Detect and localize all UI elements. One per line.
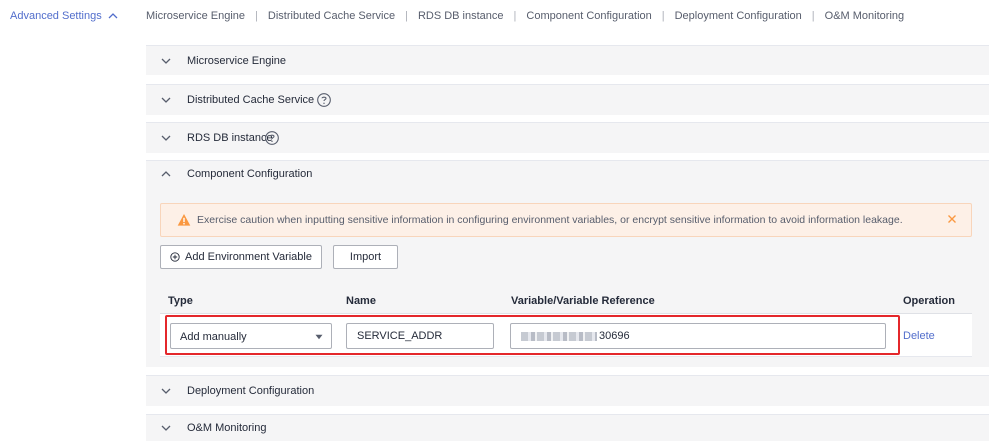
anchor-link-microservice-engine[interactable]: Microservice Engine [146,10,245,22]
table-header: Type Name Variable/Variable Reference Op… [160,287,972,314]
type-select[interactable]: Add manually [170,323,332,349]
plus-circle-icon [170,252,180,262]
anchor-separator: | [513,10,517,22]
chevron-down-icon [161,58,171,64]
panel-microservice-engine[interactable]: Microservice Engine [146,45,989,75]
chevron-up-icon [108,13,118,19]
row-divider [160,356,972,357]
panel-component-configuration[interactable]: Component Configuration [146,160,989,186]
panel-title: RDS DB instance [187,132,273,144]
anchor-separator: | [255,10,258,22]
top-anchor-nav: Advanced Settings Microservice Engine | … [0,0,989,30]
column-header-type: Type [168,295,193,307]
variable-reference-value: 30696 [599,330,630,342]
masked-address [521,331,597,341]
anchor-separator: | [811,10,815,22]
panel-rds-db-instance[interactable]: RDS DB instance [146,122,989,153]
advanced-settings-toggle[interactable]: Advanced Settings [10,10,118,22]
question-circle-icon[interactable] [264,130,280,146]
anchor-link-distributed-cache[interactable]: Distributed Cache Service [268,10,395,22]
name-input[interactable]: SERVICE_ADDR [346,323,494,349]
import-label: Import [349,251,382,263]
delete-link[interactable]: Delete [903,330,935,342]
anchor-link-rds[interactable]: RDS DB instance [418,10,504,22]
panel-title: Distributed Cache Service [187,94,315,106]
panel-title: O&M Monitoring [187,422,267,434]
chevron-down-icon [161,425,171,431]
sensitive-info-alert: Exercise caution when inputting sensitiv… [160,203,972,237]
column-header-variable-reference: Variable/Variable Reference [511,295,655,307]
name-input-value: SERVICE_ADDR [357,330,443,342]
type-select-value: Add manually [180,331,247,343]
anchor-separator: | [405,10,408,22]
panel-title: Deployment Configuration [187,385,315,397]
chevron-down-icon [161,135,171,141]
anchor-links: Microservice Engine | Distributed Cache … [146,10,904,22]
caret-down-icon [315,334,323,340]
variable-reference-input[interactable]: 30696 [510,323,886,349]
column-header-operation: Operation [903,295,955,307]
panel-title: Component Configuration [187,167,313,180]
chevron-up-icon [161,170,171,176]
anchor-link-om-monitoring[interactable]: O&M Monitoring [825,10,904,22]
question-circle-icon[interactable] [316,92,332,108]
add-environment-variable-button[interactable]: Add Environment Variable [160,245,322,269]
alert-message: Exercise caution when inputting sensitiv… [197,214,903,226]
anchor-link-component-configuration[interactable]: Component Configuration [526,10,651,22]
anchor-separator: | [661,10,665,22]
anchor-link-deployment-configuration[interactable]: Deployment Configuration [675,10,802,22]
panel-distributed-cache-service[interactable]: Distributed Cache Service [146,84,989,115]
chevron-down-icon [161,388,171,394]
chevron-down-icon [161,97,171,103]
panel-title: Microservice Engine [187,54,287,67]
advanced-settings-label: Advanced Settings [10,10,102,22]
add-environment-variable-label: Add Environment Variable [185,251,312,263]
warning-triangle-icon [177,214,191,226]
panel-deployment-configuration[interactable]: Deployment Configuration [146,375,989,406]
column-header-name: Name [346,295,376,307]
panel-om-monitoring[interactable]: O&M Monitoring [146,414,989,441]
close-icon[interactable] [945,212,959,226]
import-button[interactable]: Import [333,245,398,269]
